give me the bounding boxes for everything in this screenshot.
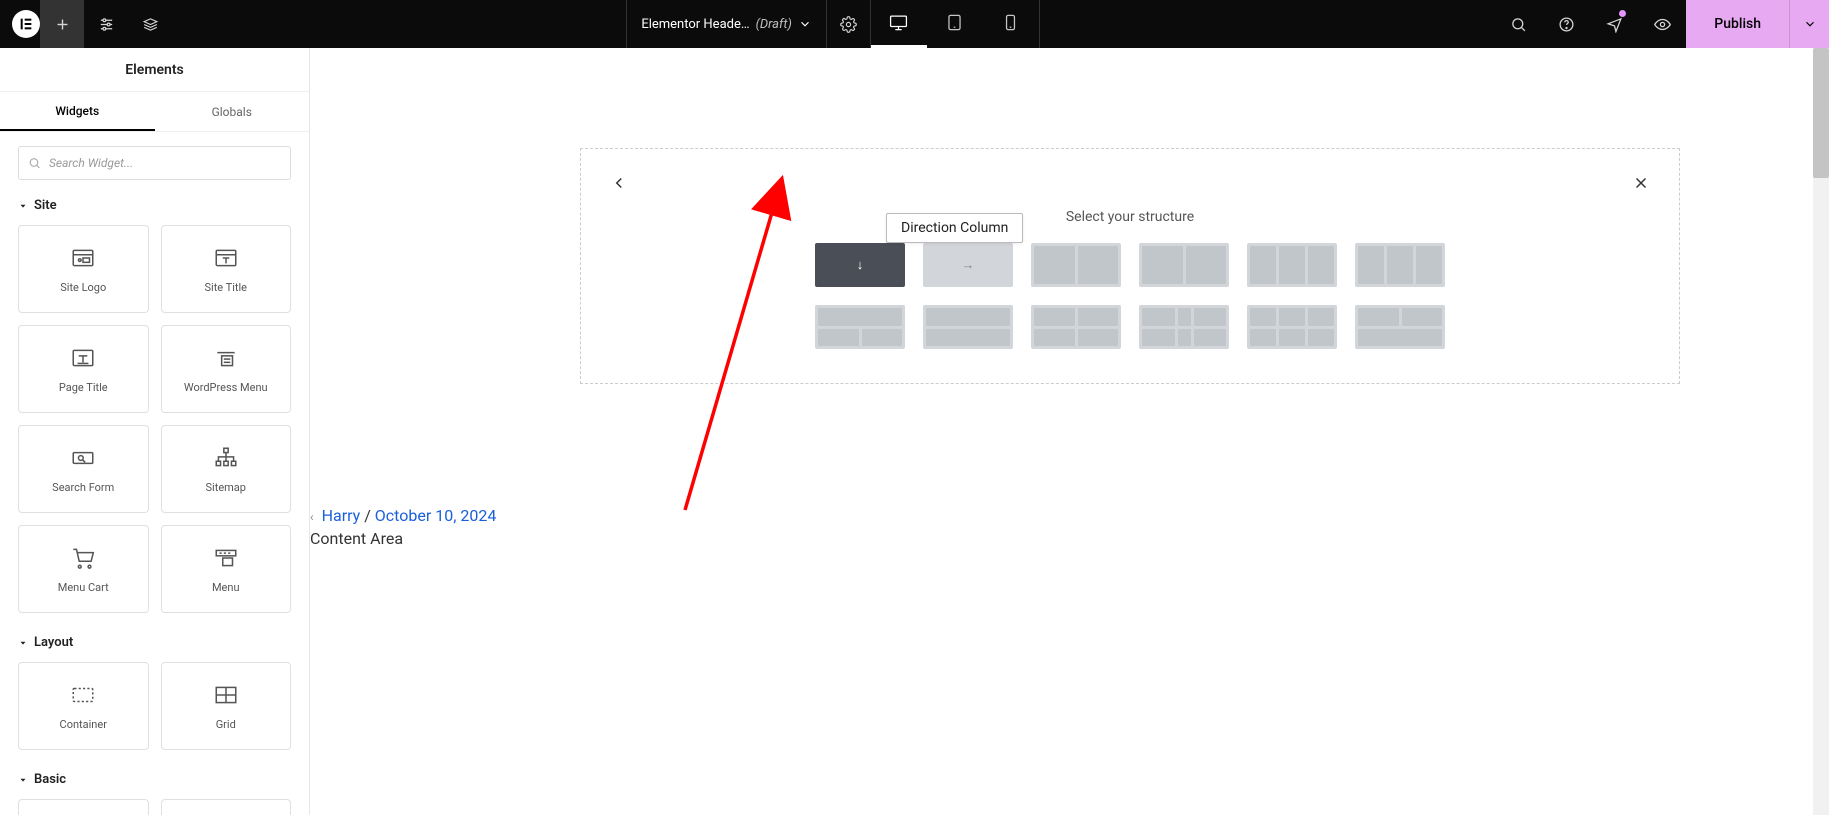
category-layout[interactable]: Layout [18, 635, 291, 650]
page-settings-icon[interactable] [827, 0, 871, 48]
editor-canvas[interactable]: ‹ Harry / October 10, 2024 Content Area … [310, 48, 1829, 815]
category-layout-label: Layout [34, 635, 73, 650]
finder-icon[interactable] [1494, 0, 1542, 48]
document-title[interactable]: Elementor Heade… (Draft) [626, 0, 827, 48]
preset-2x3[interactable] [1247, 305, 1337, 349]
widget-label: Site Title [205, 281, 248, 294]
category-basic-label: Basic [34, 772, 66, 787]
top-bar: Elementor Heade… (Draft) [0, 0, 1829, 48]
chevron-down-icon [798, 17, 812, 31]
settings-icon[interactable] [84, 0, 128, 48]
content-area-label: Content Area [310, 529, 496, 548]
category-basic[interactable]: Basic [18, 772, 291, 787]
preset-close-button[interactable] [1629, 171, 1653, 195]
widget-grid[interactable]: Grid [161, 662, 292, 750]
vertical-scrollbar[interactable] [1813, 48, 1829, 815]
top-bar-left [0, 0, 172, 48]
widget-label: Page Title [59, 381, 108, 394]
widget-label: Container [60, 718, 107, 731]
structure-icon[interactable] [128, 0, 172, 48]
category-site[interactable]: Site [18, 198, 291, 213]
category-site-label: Site [34, 198, 57, 213]
widget-label: Menu [212, 581, 240, 594]
widget-search-form[interactable]: Search Form [18, 425, 149, 513]
elements-panel: Elements Widgets Globals Site Site Logo … [0, 48, 310, 815]
tab-globals[interactable]: Globals [155, 92, 310, 131]
preset-direction-column[interactable] [815, 243, 905, 287]
tab-widgets[interactable]: Widgets [0, 92, 155, 131]
preset-tooltip: Direction Column [886, 213, 1023, 243]
post-meta: ‹ Harry / October 10, 2024 Content Area [310, 506, 496, 548]
widget-label: Grid [216, 718, 236, 731]
preset-2col-alt[interactable] [1139, 243, 1229, 287]
widget-site-logo[interactable]: Site Logo [18, 225, 149, 313]
elementor-logo[interactable] [12, 10, 40, 38]
preset-3col[interactable] [1247, 243, 1337, 287]
preset-2x2[interactable] [1031, 305, 1121, 349]
preset-grid [607, 243, 1653, 349]
search-widget-input[interactable] [18, 146, 291, 180]
panel-title: Elements [0, 48, 309, 92]
top-bar-center: Elementor Heade… (Draft) [172, 0, 1494, 48]
publish-button[interactable]: Publish [1686, 0, 1789, 48]
desktop-device-button[interactable] [871, 0, 927, 48]
document-name: Elementor Heade… [641, 17, 749, 32]
widget-label: WordPress Menu [184, 381, 268, 394]
preset-2col[interactable] [1031, 243, 1121, 287]
preset-1-2-1[interactable] [1139, 305, 1229, 349]
document-status: (Draft) [756, 17, 792, 32]
publish-options-button[interactable] [1789, 0, 1829, 48]
widget-menu-cart[interactable]: Menu Cart [18, 525, 149, 613]
widget-site-title[interactable]: Site Title [161, 225, 292, 313]
widget-container[interactable]: Container [18, 662, 149, 750]
widget-label: Search Form [52, 481, 114, 494]
caret-down-icon [18, 775, 28, 785]
panel-tabs: Widgets Globals [0, 92, 309, 132]
caret-down-icon [18, 638, 28, 648]
chevron-left-icon: ‹ [310, 510, 314, 524]
help-icon[interactable] [1542, 0, 1590, 48]
preset-title: Select your structure [607, 209, 1653, 225]
widget-heading[interactable] [18, 799, 149, 815]
responsive-devices [871, 0, 1040, 48]
widget-wordpress-menu[interactable]: WordPress Menu [161, 325, 292, 413]
widget-image[interactable] [161, 799, 292, 815]
widget-label: Site Logo [60, 281, 106, 294]
search-icon [28, 157, 41, 170]
mobile-device-button[interactable] [983, 0, 1039, 48]
preset-1-over-2[interactable] [815, 305, 905, 349]
preset-direction-row[interactable] [923, 243, 1013, 287]
preset-2-stack[interactable] [923, 305, 1013, 349]
preset-3col-alt[interactable] [1355, 243, 1445, 287]
preset-back-button[interactable] [607, 171, 631, 195]
widget-label: Menu Cart [58, 581, 109, 594]
preset-2-over-1[interactable] [1355, 305, 1445, 349]
widget-sitemap[interactable]: Sitemap [161, 425, 292, 513]
add-element-button[interactable] [40, 0, 84, 48]
widget-label: Sitemap [206, 481, 246, 494]
tablet-device-button[interactable] [927, 0, 983, 48]
panel-scroll[interactable]: Site Site Logo Site Title Page Title Wor… [0, 132, 309, 815]
notifications-icon[interactable] [1590, 0, 1638, 48]
structure-preset-panel: Select your structure Direction Column [580, 148, 1680, 384]
date-link[interactable]: October 10, 2024 [375, 506, 497, 525]
widget-menu[interactable]: Menu [161, 525, 292, 613]
widget-page-title[interactable]: Page Title [18, 325, 149, 413]
caret-down-icon [18, 201, 28, 211]
top-bar-right: Publish [1494, 0, 1829, 48]
author-link[interactable]: Harry [322, 506, 361, 525]
preview-icon[interactable] [1638, 0, 1686, 48]
